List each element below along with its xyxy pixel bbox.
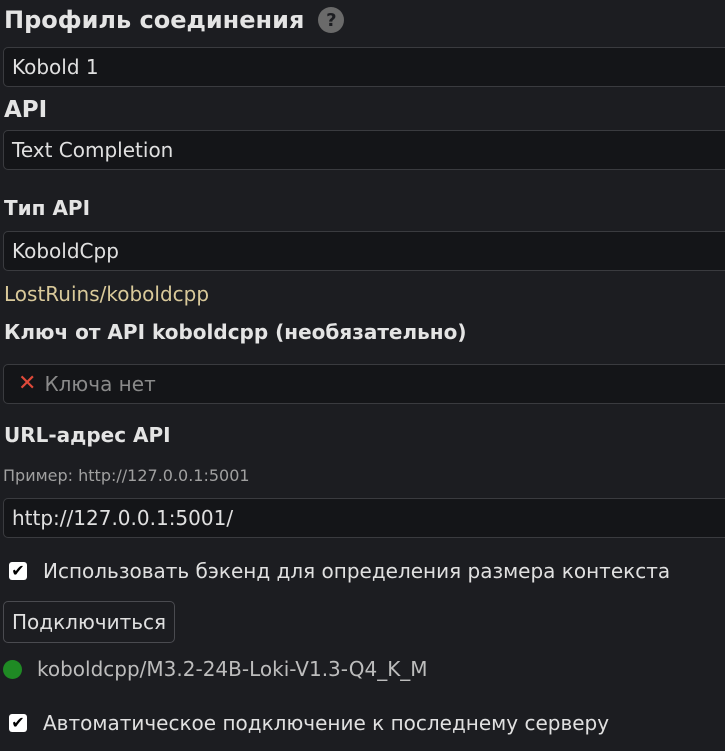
connection-status: koboldcpp/M3.2-24B-Loki-V1.3-Q4_K_M bbox=[3, 657, 428, 681]
status-indicator-dot bbox=[3, 659, 22, 679]
api-type-label: Тип API bbox=[4, 196, 91, 220]
api-value: Text Completion bbox=[12, 138, 174, 162]
connection-profile-heading: Профиль соединения ? bbox=[4, 6, 345, 34]
api-key-status: Ключа нет bbox=[44, 372, 156, 396]
api-select[interactable]: Text Completion bbox=[3, 130, 725, 170]
connection-panel: Профиль соединения ? Kobold 1 API Text C… bbox=[0, 0, 725, 751]
auto-connect-label: Автоматическое подключение к последнему … bbox=[43, 711, 610, 735]
api-type-value: KoboldCpp bbox=[12, 239, 119, 263]
api-key-field[interactable]: ✕ Ключа нет bbox=[3, 364, 725, 404]
api-type-select[interactable]: KoboldCpp bbox=[3, 231, 725, 271]
help-icon[interactable]: ? bbox=[318, 7, 345, 33]
api-url-label: URL-адрес API bbox=[4, 423, 171, 447]
api-url-input[interactable]: http://127.0.0.1:5001/ bbox=[3, 498, 725, 538]
cross-icon: ✕ bbox=[18, 371, 37, 396]
auto-connect-checkbox[interactable]: ✔ bbox=[9, 714, 27, 732]
use-backend-context-option[interactable]: ✔ Использовать бэкенд для определения ра… bbox=[9, 559, 670, 583]
koboldcpp-repo-link[interactable]: LostRuins/koboldcpp bbox=[4, 282, 209, 306]
use-backend-context-checkbox[interactable]: ✔ bbox=[9, 562, 27, 580]
connection-profile-title: Профиль соединения bbox=[4, 6, 305, 34]
connection-profile-value: Kobold 1 bbox=[12, 55, 99, 79]
auto-connect-option[interactable]: ✔ Автоматическое подключение к последнем… bbox=[9, 711, 609, 735]
api-key-label: Ключ от API koboldcpp (необязательно) bbox=[4, 320, 467, 344]
api-url-value: http://127.0.0.1:5001/ bbox=[12, 506, 234, 530]
connect-button[interactable]: Подключиться bbox=[3, 601, 176, 643]
connected-model-name: koboldcpp/M3.2-24B-Loki-V1.3-Q4_K_M bbox=[37, 657, 428, 681]
api-url-hint: Пример: http://127.0.0.1:5001 bbox=[3, 466, 250, 485]
use-backend-context-label: Использовать бэкенд для определения разм… bbox=[43, 559, 671, 583]
api-label: API bbox=[4, 97, 48, 123]
connection-profile-select[interactable]: Kobold 1 bbox=[3, 47, 725, 87]
